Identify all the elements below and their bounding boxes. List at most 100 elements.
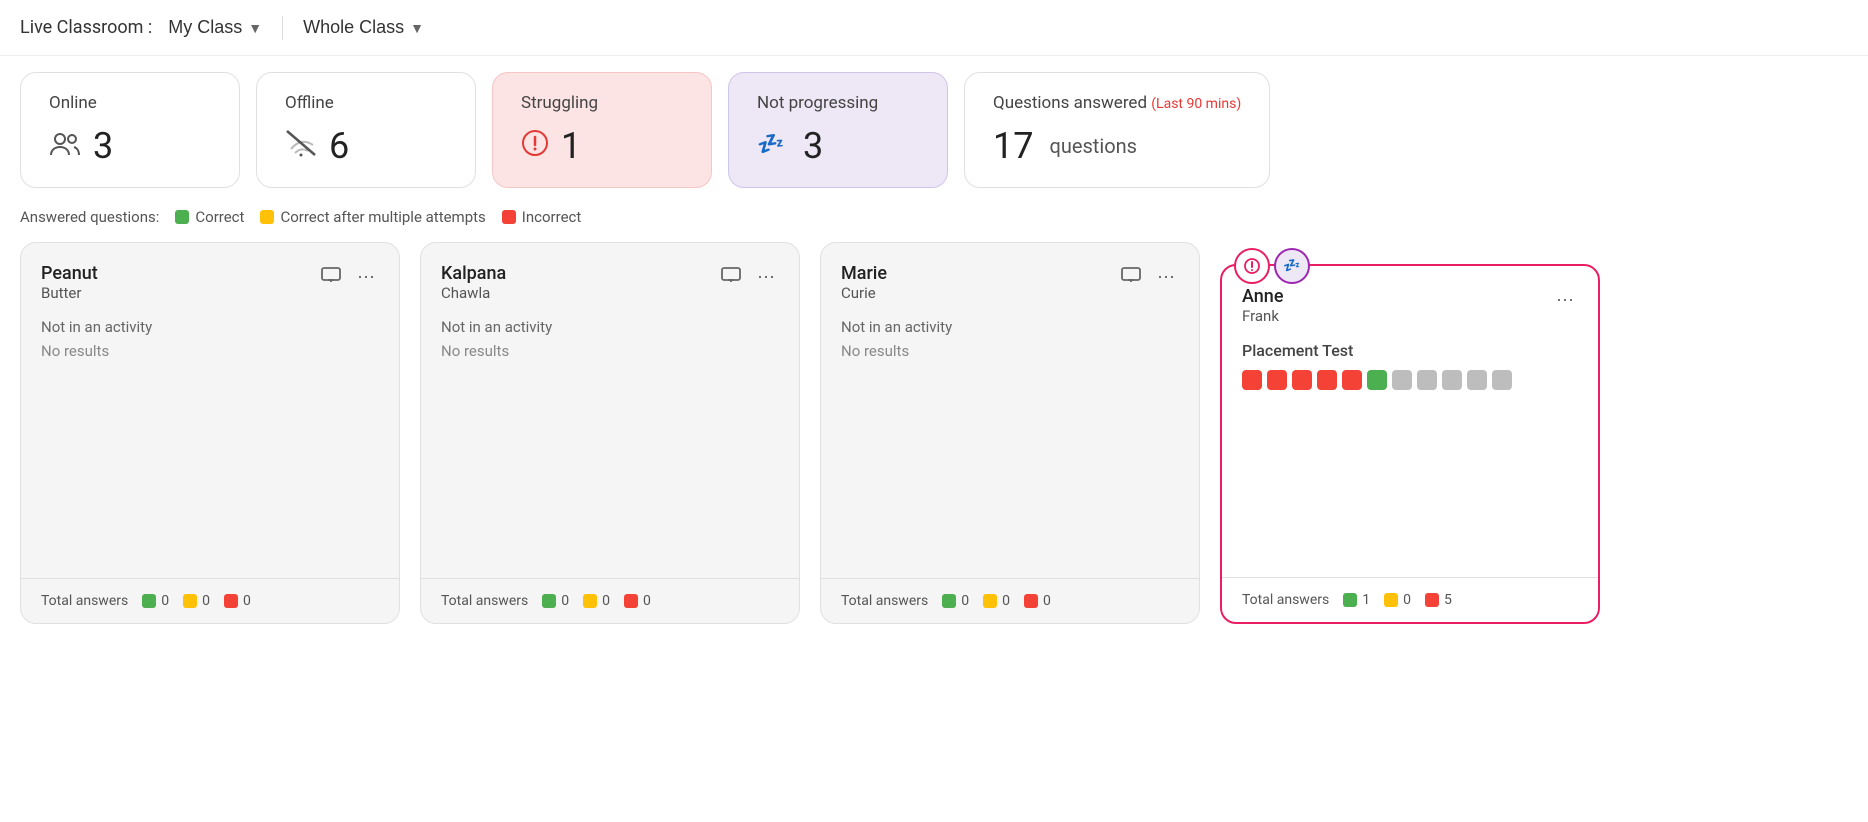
kalpana-correct-multiple-dot [583, 594, 597, 608]
questions-answered-count: 17 [993, 125, 1033, 167]
marie-correct-dot [942, 594, 956, 608]
kalpana-lastname: Chawla [441, 284, 506, 302]
anne-card-body: Placement Test [1222, 325, 1598, 577]
anne-correct-multiple-count: 0 [1403, 592, 1411, 608]
whole-class-chevron-icon: ▼ [410, 20, 424, 36]
marie-results: No results [841, 342, 1179, 360]
legend-correct: Correct [175, 208, 244, 226]
answer-dot [1342, 370, 1362, 390]
kalpana-incorrect-count: 0 [643, 593, 651, 609]
anne-activity-name: Placement Test [1242, 341, 1578, 360]
questions-answered-value-row: 17 questions [993, 125, 1241, 167]
not-progressing-card: Not progressing 💤 3 [728, 72, 948, 188]
anne-correct-stat: 1 [1343, 592, 1370, 608]
offline-count: 6 [329, 125, 349, 167]
live-classroom-label: Live Classroom : [20, 17, 152, 38]
peanut-card-actions: ⋯ [317, 263, 379, 292]
marie-correct-stat: 0 [942, 593, 969, 609]
peanut-activity: Not in an activity [41, 318, 379, 336]
correct-dot [175, 210, 189, 224]
peanut-screen-btn[interactable] [317, 263, 345, 292]
anne-lastname: Frank [1242, 307, 1283, 325]
questions-answered-subtitle: (Last 90 mins) [1151, 96, 1241, 112]
kalpana-more-btn[interactable]: ⋯ [753, 263, 779, 292]
marie-firstname: Marie [841, 263, 887, 284]
stats-row: Online 3 Offline [0, 56, 1868, 204]
peanut-card-body: Not in an activity No results [21, 302, 399, 578]
questions-answered-card: Questions answered (Last 90 mins) 17 que… [964, 72, 1270, 188]
anne-name-block: Anne Frank [1242, 286, 1283, 325]
offline-value-row: 6 [285, 125, 447, 167]
marie-screen-btn[interactable] [1117, 263, 1145, 292]
questions-answered-suffix: questions [1049, 134, 1137, 158]
peanut-card-header: Peanut Butter ⋯ [21, 243, 399, 302]
anne-firstname: Anne [1242, 286, 1283, 307]
marie-correct-multiple-dot [983, 594, 997, 608]
answer-dot [1392, 370, 1412, 390]
legend-correct-multiple: Correct after multiple attempts [260, 208, 485, 226]
questions-answered-title: Questions answered (Last 90 mins) [993, 93, 1241, 113]
marie-card-body: Not in an activity No results [821, 302, 1199, 578]
answer-dot [1242, 370, 1262, 390]
incorrect-dot [502, 210, 516, 224]
kalpana-correct-count: 0 [561, 593, 569, 609]
not-progressing-title: Not progressing [757, 93, 919, 113]
online-count: 3 [93, 125, 113, 167]
answer-dot [1467, 370, 1487, 390]
peanut-name-block: Peanut Butter [41, 263, 98, 302]
whole-class-dropdown[interactable]: Whole Class ▼ [295, 13, 432, 42]
marie-activity: Not in an activity [841, 318, 1179, 336]
anne-card-actions: ⋯ [1552, 286, 1578, 315]
struggling-card[interactable]: Struggling 1 [492, 72, 712, 188]
struggling-title: Struggling [521, 93, 683, 113]
whole-class-label: Whole Class [303, 17, 404, 38]
header: Live Classroom : My Class ▼ Whole Class … [0, 0, 1868, 56]
peanut-card-footer: Total answers 0 0 0 [21, 578, 399, 623]
marie-correct-multiple-count: 0 [1002, 593, 1010, 609]
student-card-marie: Marie Curie ⋯ Not in an activity No resu… [820, 242, 1200, 624]
anne-correct-dot [1343, 593, 1357, 607]
correct-multiple-label: Correct after multiple attempts [280, 208, 485, 226]
kalpana-screen-btn[interactable] [717, 263, 745, 292]
peanut-more-btn[interactable]: ⋯ [353, 263, 379, 292]
anne-answer-dots [1242, 370, 1578, 390]
incorrect-label: Incorrect [522, 208, 582, 226]
marie-card-footer: Total answers 0 0 0 [821, 578, 1199, 623]
marie-more-btn[interactable]: ⋯ [1153, 263, 1179, 292]
anne-not-progressing-badge: 💤 [1274, 248, 1310, 284]
answer-dot [1267, 370, 1287, 390]
peanut-incorrect-dot [224, 594, 238, 608]
peanut-total-answers-label: Total answers [41, 593, 128, 609]
online-card: Online 3 [20, 72, 240, 188]
struggling-value-row: 1 [521, 125, 683, 167]
peanut-incorrect-count: 0 [243, 593, 251, 609]
marie-incorrect-dot [1024, 594, 1038, 608]
online-title: Online [49, 93, 211, 113]
header-separator [282, 16, 283, 40]
anne-total-answers-label: Total answers [1242, 592, 1329, 608]
kalpana-name-block: Kalpana Chawla [441, 263, 506, 302]
kalpana-total-answers-label: Total answers [441, 593, 528, 609]
not-progressing-icon: 💤 [757, 129, 791, 164]
correct-multiple-dot [260, 210, 274, 224]
my-class-label: My Class [168, 17, 242, 38]
online-icon [49, 129, 81, 164]
kalpana-incorrect-dot [624, 594, 638, 608]
peanut-correct-dot [142, 594, 156, 608]
marie-correct-multiple-stat: 0 [983, 593, 1010, 609]
kalpana-incorrect-stat: 0 [624, 593, 651, 609]
legend-label: Answered questions: [20, 208, 159, 226]
not-progressing-count: 3 [803, 125, 823, 167]
my-class-chevron-icon: ▼ [248, 20, 262, 36]
peanut-results: No results [41, 342, 379, 360]
marie-name-block: Marie Curie [841, 263, 887, 302]
kalpana-correct-multiple-count: 0 [602, 593, 610, 609]
anne-correct-multiple-dot [1384, 593, 1398, 607]
anne-more-btn[interactable]: ⋯ [1552, 286, 1578, 315]
marie-lastname: Curie [841, 284, 887, 302]
marie-incorrect-count: 0 [1043, 593, 1051, 609]
cards-grid: Peanut Butter ⋯ Not in an activity No re… [0, 242, 1868, 644]
my-class-dropdown[interactable]: My Class ▼ [160, 13, 270, 42]
kalpana-card-actions: ⋯ [717, 263, 779, 292]
anne-incorrect-count: 5 [1444, 592, 1452, 608]
